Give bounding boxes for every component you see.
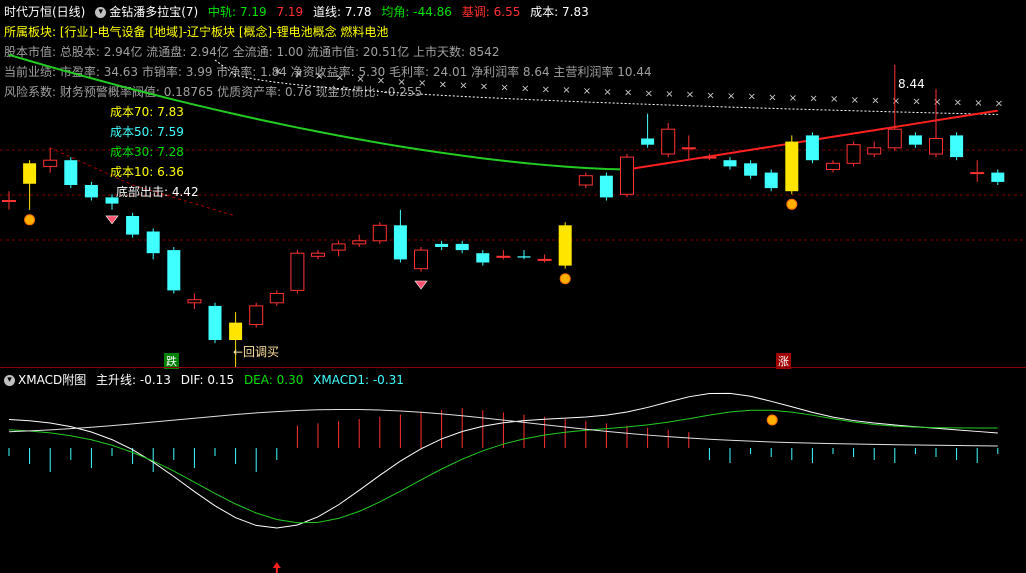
candle-body-30 [620,156,634,195]
resistance-x-mark-14: × [294,69,302,80]
candle-body-2 [43,159,58,167]
macd-chart[interactable] [0,368,1026,573]
resistance-x-mark-29: × [603,87,611,98]
candle-body-28 [578,175,593,186]
resistance-x-mark-37: × [768,92,776,103]
resistance-x-mark-34: × [706,90,714,101]
resistance-x-mark-45: × [933,97,941,108]
diamond-marker-1 [414,280,428,290]
candle-body-43 [887,128,902,149]
gold-coin-marker-27 [559,273,571,285]
candle-body-8 [167,250,181,291]
diamond-marker-0 [105,215,119,225]
candle-body-47 [970,172,985,175]
resistance-x-mark-27: × [562,85,570,96]
candle-body-16 [331,243,346,251]
resistance-x-mark-30: × [624,88,632,99]
resistance-x-mark-32: × [665,89,673,100]
candle-body-42 [867,147,882,155]
gold-coin-marker-38 [786,198,798,210]
cost10-label: 成本10: 6.36 [110,165,184,179]
candle-body-36 [744,163,758,176]
candle-body-15 [311,252,325,257]
candle-body-25 [517,256,531,258]
candle-body-20 [414,249,428,270]
cost70-label: 成本70: 7.83 [110,105,184,119]
candle-body-35 [723,160,737,167]
candle-body-4 [84,185,98,198]
candle-body-9 [187,299,202,304]
resistance-x-mark-16: × [336,73,344,84]
candle-body-34 [702,156,717,159]
resistance-x-mark-48: × [995,99,1003,110]
candle-body-38 [785,141,799,192]
resistance-x-mark-26: × [542,84,550,95]
candle-body-44 [908,135,922,145]
candle-body-45 [929,138,943,155]
resistance-x-mark-46: × [954,97,962,108]
candle-body-3 [64,160,78,185]
cost50-label: 成本50: 7.59 [110,125,184,139]
resistance-x-mark-25: × [521,83,529,94]
candle-body-24 [496,255,511,258]
candle-body-22 [455,243,469,251]
resistance-x-mark-19: × [397,77,405,88]
candle-body-27 [558,225,572,266]
candle-body-14 [290,252,305,291]
resistance-x-mark-20: × [418,78,426,89]
candle-body-37 [764,172,778,189]
resistance-x-mark-18: × [377,76,385,87]
cost30-label: 成本30: 7.28 [110,145,184,159]
candle-body-11 [229,322,243,340]
buy-arrow-marker [272,562,281,568]
resistance-x-mark-39: × [809,94,817,105]
resistance-x-mark-44: × [912,96,920,107]
candle-body-39 [805,135,819,161]
resistance-x-mark-28: × [583,86,591,97]
candle-body-7 [146,231,160,254]
candle-body-41 [846,144,861,164]
resistance-x-mark-23: × [480,81,488,92]
bottom-strike-label: 底部出击: 4.42 [116,185,199,199]
resistance-x-mark-24: × [500,82,508,93]
resistance-x-mark-31: × [645,88,653,99]
resistance-x-mark-41: × [851,95,859,106]
resistance-x-mark-21: × [439,79,447,90]
candle-body-1 [23,163,37,184]
candle-body-40 [826,162,840,171]
resistance-x-mark-22: × [459,80,467,91]
resistance-x-mark-33: × [686,90,694,101]
resistance-x-mark-40: × [830,94,838,105]
candle-body-26 [537,258,552,261]
resistance-x-mark-42: × [871,95,879,106]
candle-body-32 [661,128,676,155]
resistance-x-mark-15: × [315,71,323,82]
candle-body-33 [681,147,696,150]
candle-body-13 [269,293,284,304]
candle-body-0 [2,200,16,202]
candle-body-18 [372,224,387,242]
resistance-x-mark-43: × [892,96,900,107]
candle-body-6 [126,216,140,235]
candle-body-46 [950,135,964,158]
candle-body-48 [991,172,1005,182]
candle-body-12 [249,305,264,325]
candle-body-19 [393,225,407,260]
candle-body-21 [435,243,449,247]
buy-point-label: ←回调买 [233,345,280,359]
candle-body-17 [352,240,367,245]
candle-body-10 [208,305,222,340]
gold-coin-marker-1 [24,214,36,226]
candle-body-23 [476,253,490,263]
peak-price-label: 8.44 [898,77,925,91]
resistance-x-mark-38: × [789,93,797,104]
candle-body-29 [599,175,613,198]
resistance-x-mark-13: × [274,66,282,77]
resistance-x-mark-36: × [748,92,756,103]
candle-body-31 [641,138,655,145]
resistance-x-mark-35: × [727,91,735,102]
sub-gold-coin-marker [766,414,778,426]
resistance-x-mark-17: × [356,74,364,85]
resistance-x-mark-47: × [974,98,982,109]
